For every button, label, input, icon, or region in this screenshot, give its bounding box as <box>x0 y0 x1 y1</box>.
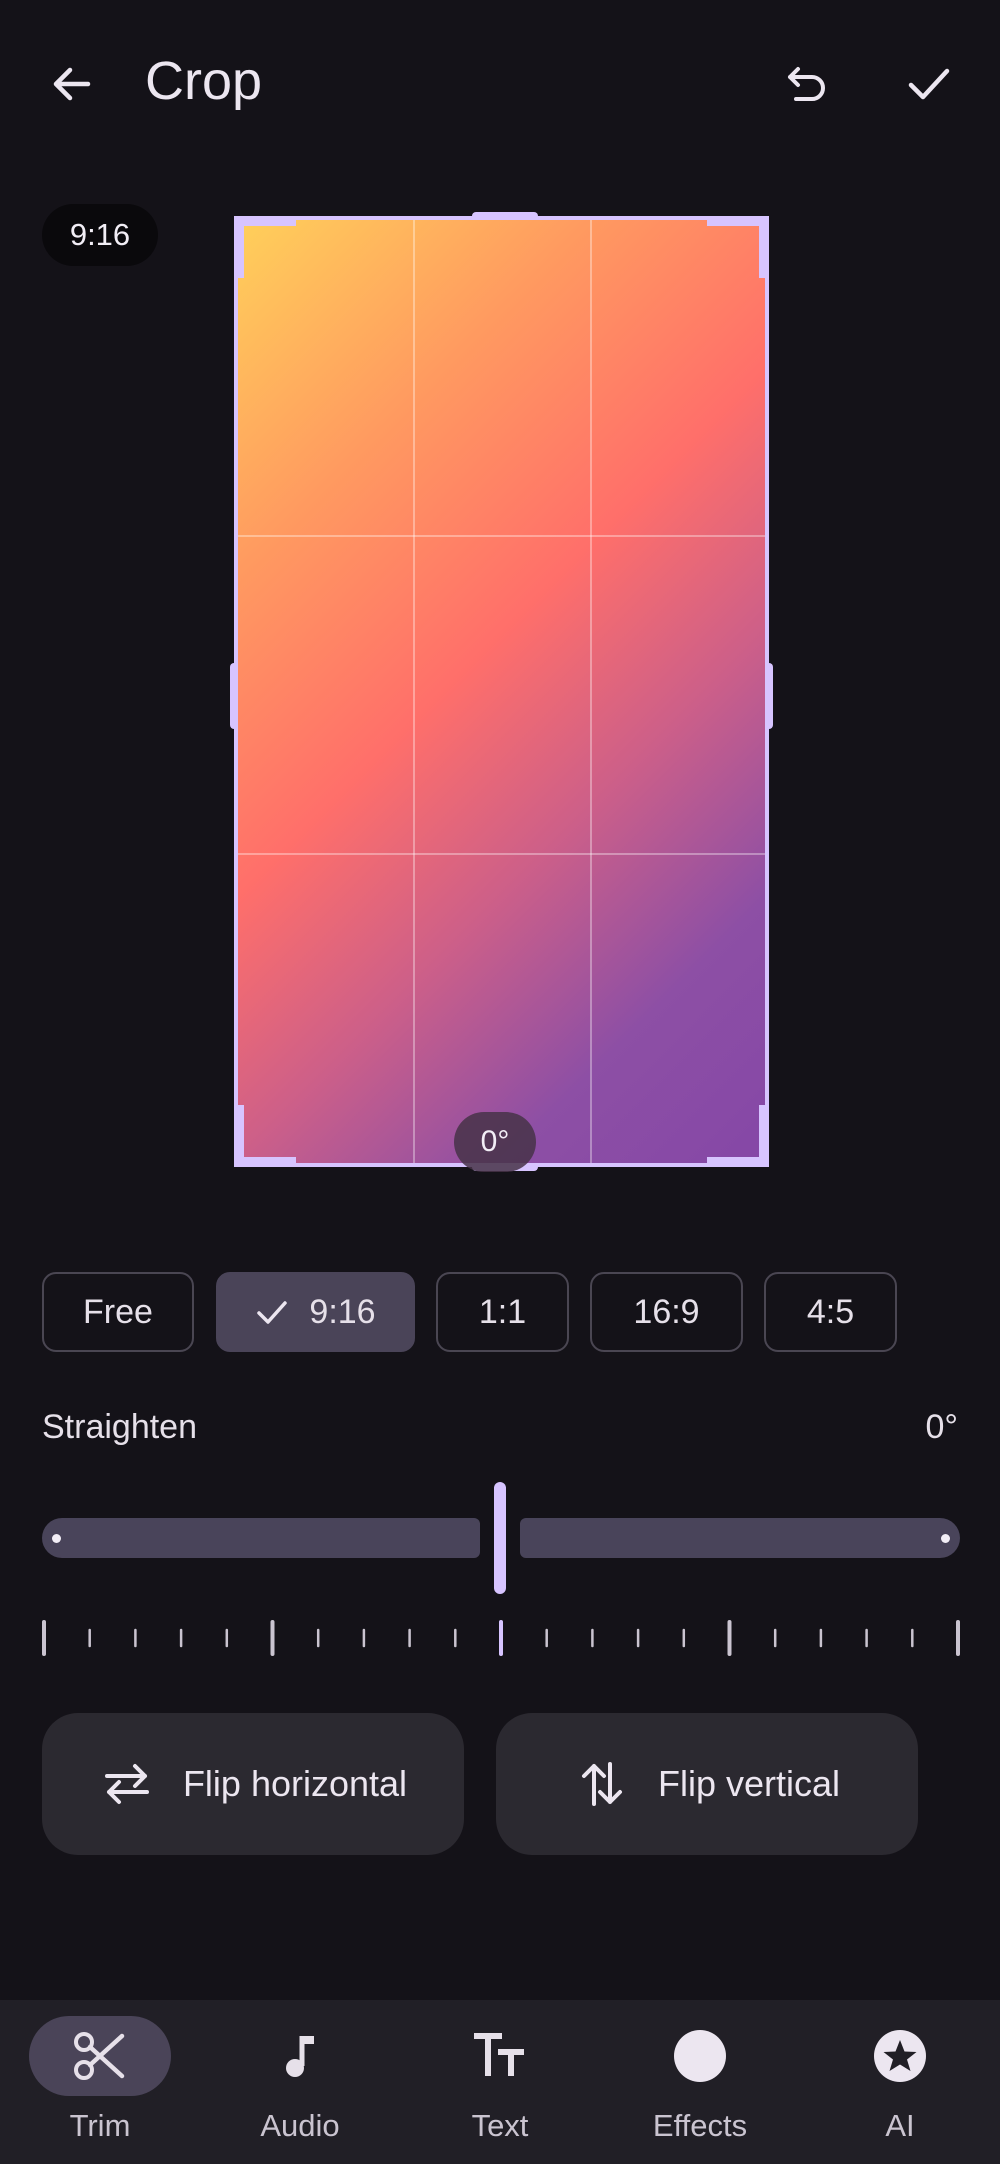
nav-item-audio[interactable]: Audio <box>200 2000 400 2164</box>
nav-icon-container <box>29 2016 171 2096</box>
track-end-dot <box>941 1534 950 1543</box>
crop-corner-handle-top-right[interactable] <box>707 218 767 278</box>
nav-label: Trim <box>69 2108 131 2143</box>
star-badge-icon <box>874 2030 926 2082</box>
check-icon <box>908 68 950 100</box>
undo-icon <box>788 67 825 101</box>
nav-label: AI <box>885 2108 915 2143</box>
music-note-icon <box>286 2036 314 2077</box>
chip-label: 9:16 <box>309 1292 376 1331</box>
straighten-value: 0° <box>925 1408 958 1446</box>
grid-line <box>413 220 415 1163</box>
chip-label: Free <box>83 1292 153 1331</box>
undo-button[interactable] <box>765 42 849 126</box>
crop-corner-handle-bottom-right[interactable] <box>707 1105 767 1165</box>
aspect-chip-16-9[interactable]: 16:9 <box>590 1272 743 1352</box>
crop-frame[interactable] <box>230 212 773 1171</box>
straighten-slider-thumb[interactable] <box>494 1482 506 1594</box>
page-title: Crop <box>145 51 263 111</box>
nav-item-text[interactable]: Text <box>400 2000 600 2164</box>
crop-corner-handle-bottom-left[interactable] <box>236 1105 296 1165</box>
nav-item-trim[interactable]: Trim <box>0 2000 200 2164</box>
nav-icon-container <box>829 2016 971 2096</box>
aspect-chip-9-16[interactable]: 9:16 <box>216 1272 415 1352</box>
aspect-chip-1-1[interactable]: 1:1 <box>436 1272 569 1352</box>
check-icon <box>257 1301 288 1324</box>
scissors-icon <box>74 2032 125 2080</box>
crop-edge-handle-right[interactable] <box>765 663 773 729</box>
crop-edge-handle-top[interactable] <box>472 212 538 220</box>
chip-label: 1:1 <box>478 1292 527 1331</box>
nav-icon-container <box>629 2016 771 2096</box>
swap-vertical-icon <box>581 1762 622 1806</box>
aspect-chip-free[interactable]: Free <box>42 1272 194 1352</box>
aspect-chip-4-5[interactable]: 4:5 <box>764 1272 897 1352</box>
back-button[interactable] <box>30 42 114 126</box>
nav-label: Audio <box>260 2108 340 2143</box>
done-button[interactable] <box>886 42 970 126</box>
aspect-ratio-badge: 9:16 <box>42 204 158 266</box>
grid-line <box>238 853 765 855</box>
flip-vertical-label: Flip vertical <box>657 1763 841 1804</box>
straighten-slider-track-right[interactable] <box>520 1518 960 1558</box>
chip-label: 4:5 <box>806 1292 855 1331</box>
grid-line <box>590 220 592 1163</box>
arrow-left-icon <box>53 67 91 101</box>
flip-horizontal-button[interactable]: Flip horizontal <box>42 1713 464 1855</box>
track-end-dot <box>52 1534 61 1543</box>
bottom-navigation: Trim Audio Text Effects AI <box>0 2000 1000 2164</box>
swap-horizontal-icon <box>104 1764 149 1804</box>
nav-label: Effects <box>652 2108 748 2143</box>
chip-label: 16:9 <box>633 1292 700 1331</box>
straighten-slider-track-left[interactable] <box>42 1518 480 1558</box>
circle-icon <box>674 2030 726 2082</box>
nav-item-effects[interactable]: Effects <box>600 2000 800 2164</box>
nav-icon-container <box>429 2016 571 2096</box>
grid-line <box>238 535 765 537</box>
straighten-label: Straighten <box>42 1408 197 1446</box>
flip-vertical-button[interactable]: Flip vertical <box>496 1713 918 1855</box>
rotation-angle-chip: 0° <box>454 1112 536 1172</box>
nav-label: Text <box>471 2108 529 2143</box>
crop-corner-handle-top-left[interactable] <box>236 218 296 278</box>
text-size-icon <box>474 2033 524 2076</box>
angle-tick-scale <box>42 1620 960 1656</box>
flip-horizontal-label: Flip horizontal <box>182 1763 408 1804</box>
crop-edge-handle-left[interactable] <box>230 663 238 729</box>
nav-icon-container <box>229 2016 371 2096</box>
nav-item-ai[interactable]: AI <box>800 2000 1000 2164</box>
